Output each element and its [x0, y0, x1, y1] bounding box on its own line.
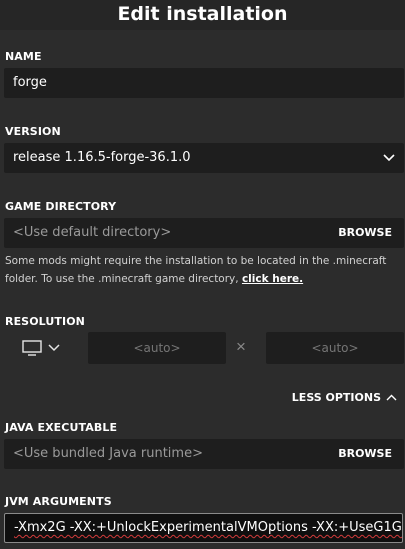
jvm-arguments-field[interactable]: -Xmx2G -XX:+UnlockExperimentalVMOptions … — [4, 513, 403, 543]
java-executable-field[interactable]: <Use bundled Java runtime> BROWSE — [4, 439, 404, 469]
java-executable-placeholder: <Use bundled Java runtime> — [13, 446, 203, 461]
dialog-header: Edit installation — [0, 0, 405, 30]
version-select[interactable]: release 1.16.5-forge-36.1.0 — [4, 143, 404, 173]
game-directory-label: GAME DIRECTORY — [5, 200, 117, 213]
resolution-width-input[interactable] — [88, 332, 226, 364]
chevron-down-icon — [383, 154, 395, 162]
resolution-separator-icon: × — [236, 337, 246, 356]
game-directory-help-text: Some mods might require the installation… — [5, 255, 387, 285]
java-executable-label: JAVA EXECUTABLE — [5, 421, 118, 434]
game-directory-help: Some mods might require the installation… — [5, 252, 400, 288]
jvm-arguments-value: -Xmx2G -XX:+UnlockExperimentalVMOptions … — [14, 520, 403, 535]
resolution-width-field[interactable] — [88, 332, 226, 364]
monitor-icon — [22, 340, 42, 356]
game-directory-browse-button[interactable]: BROWSE — [338, 218, 392, 248]
name-value: forge — [13, 75, 47, 90]
resolution-height-field[interactable] — [266, 332, 404, 364]
less-options-toggle[interactable]: LESS OPTIONS — [292, 391, 397, 404]
page-title: Edit installation — [117, 3, 288, 25]
game-directory-placeholder: <Use default directory> — [13, 225, 172, 240]
chevron-down-icon — [48, 344, 60, 352]
chevron-up-icon — [386, 394, 397, 401]
name-field[interactable]: forge — [4, 68, 404, 98]
version-label: VERSION — [5, 125, 61, 138]
java-executable-browse-button[interactable]: BROWSE — [338, 439, 392, 469]
resolution-preset-dropdown[interactable] — [22, 338, 64, 358]
resolution-height-input[interactable] — [266, 332, 404, 364]
jvm-arguments-label: JVM ARGUMENTS — [5, 495, 112, 508]
click-here-link[interactable]: click here. — [242, 273, 303, 285]
less-options-label: LESS OPTIONS — [291, 391, 381, 404]
name-label: NAME — [5, 50, 42, 63]
version-value: release 1.16.5-forge-36.1.0 — [13, 150, 191, 165]
game-directory-field[interactable]: <Use default directory> BROWSE — [4, 218, 404, 248]
resolution-label: RESOLUTION — [5, 315, 85, 328]
